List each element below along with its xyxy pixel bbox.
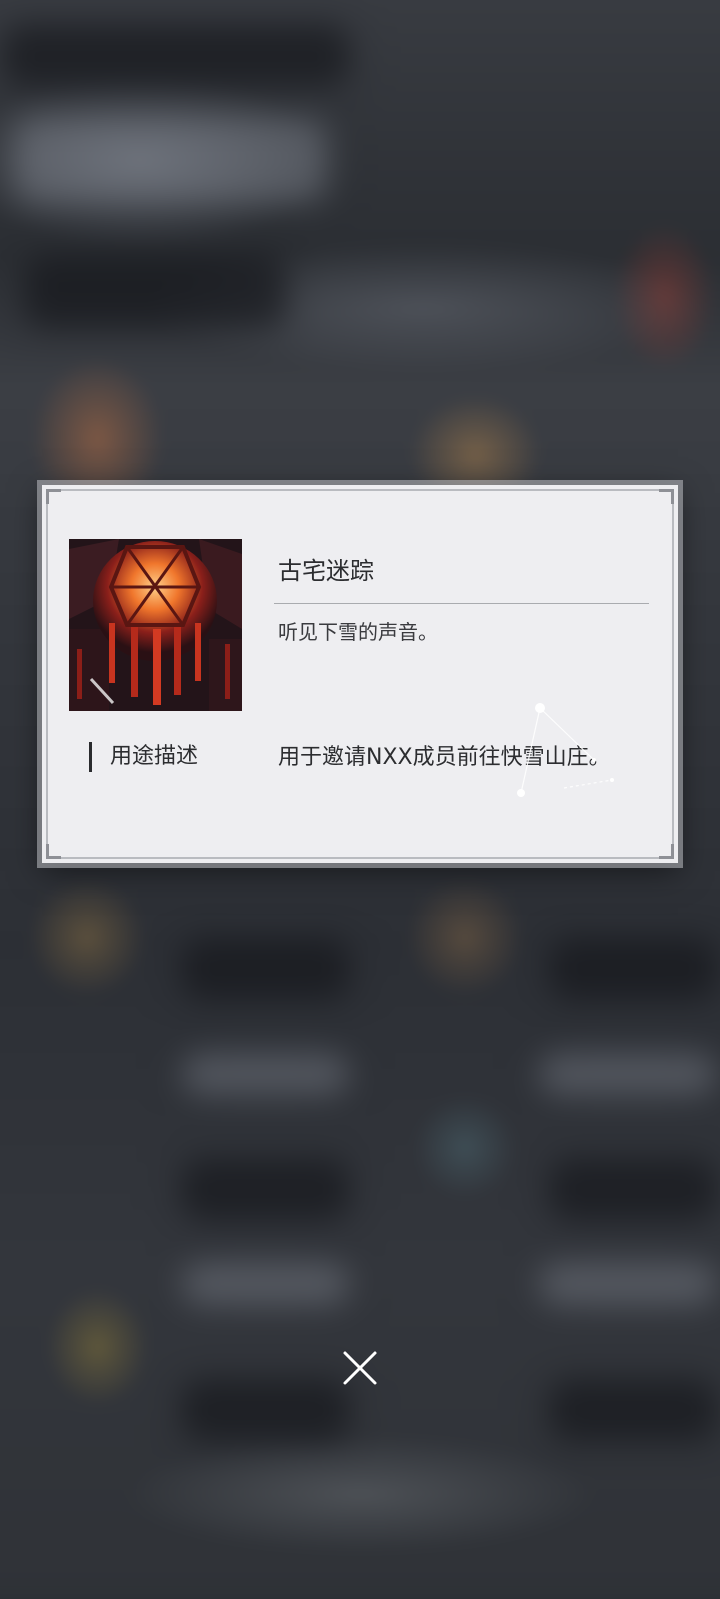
frame-corner: [46, 844, 61, 859]
item-detail-popup: 古宅迷踪 听见下雪的声音。 用途描述 用于邀请NXX成员前往快雪山庄。: [42, 485, 678, 863]
section-marker: [89, 742, 92, 772]
close-icon: [343, 1351, 377, 1385]
frame-corner: [659, 489, 674, 504]
red-lantern-image: [69, 539, 242, 711]
title-divider: [274, 603, 649, 604]
item-name: 古宅迷踪: [278, 557, 374, 585]
frame-corner: [659, 844, 674, 859]
close-button[interactable]: [335, 1343, 385, 1393]
frame-corner: [46, 489, 61, 504]
usage-label: 用途描述: [110, 744, 199, 769]
item-flavor-text: 听见下雪的声音。: [278, 620, 438, 644]
constellation-decoration: [517, 703, 614, 797]
